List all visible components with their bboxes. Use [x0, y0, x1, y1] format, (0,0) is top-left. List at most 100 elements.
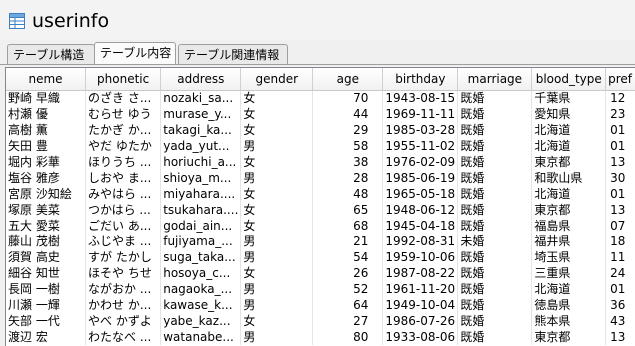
- cell-age[interactable]: 48: [312, 186, 384, 203]
- cell-marriage[interactable]: 既婚: [457, 249, 533, 266]
- cell-address[interactable]: horiuchi_a...: [160, 154, 242, 171]
- cell-age[interactable]: 68: [312, 218, 384, 235]
- cell-address[interactable]: fujiyama_...: [160, 234, 242, 250]
- cell-birthday[interactable]: 1985-06-19: [382, 170, 459, 187]
- cell-birthday[interactable]: 1961-11-20: [382, 281, 459, 298]
- cell-address[interactable]: kawase_k...: [160, 297, 242, 314]
- table-row[interactable]: 塚原 美菜 つかはら ... tsukahara.... 女 65 1948-06-12 既…: [6, 202, 635, 219]
- cell-neme[interactable]: 塚原 美菜: [6, 202, 87, 219]
- cell-blood-type[interactable]: 北海道: [531, 186, 607, 203]
- table-row[interactable]: 長岡 一樹 ながおか ... nagaoka_... 男 52 1961-11-20 既婚北…: [6, 281, 635, 298]
- cell-marriage[interactable]: 既婚: [457, 329, 533, 346]
- cell-neme[interactable]: 須賀 高史: [6, 249, 87, 266]
- cell-marriage[interactable]: 既婚: [457, 90, 533, 107]
- cell-birthday[interactable]: 1985-03-28: [382, 122, 459, 139]
- cell-pref[interactable]: 11: [605, 249, 635, 266]
- cell-pref[interactable]: 24: [605, 265, 635, 282]
- cell-blood-type[interactable]: 熊本県: [531, 313, 607, 330]
- table-row[interactable]: 矢部 一代 やべ かずよ yabe_kaz... 女 27 1986-07-26 既婚 熊本県…: [6, 313, 635, 330]
- cell-neme[interactable]: 野崎 早織: [6, 90, 87, 107]
- cell-blood-type[interactable]: 愛知県: [531, 106, 607, 123]
- column-header-blood-type[interactable]: blood_type: [531, 68, 607, 91]
- cell-phonetic[interactable]: すが たかし: [85, 249, 162, 266]
- cell-marriage[interactable]: 既婚: [457, 106, 533, 123]
- cell-blood-type[interactable]: 和歌山県: [531, 170, 607, 187]
- cell-phonetic[interactable]: わたなべ ...: [85, 329, 162, 346]
- cell-age[interactable]: 54: [312, 249, 384, 266]
- cell-blood-type[interactable]: 徳島県: [531, 297, 607, 314]
- cell-neme[interactable]: 村瀬 優: [6, 106, 87, 123]
- cell-neme[interactable]: 細谷 知世: [6, 265, 87, 282]
- cell-gender[interactable]: 女: [240, 313, 314, 330]
- cell-age[interactable]: 65: [312, 202, 384, 219]
- cell-marriage[interactable]: 既婚: [457, 186, 533, 203]
- cell-neme[interactable]: 堀内 彩華: [6, 154, 87, 171]
- cell-neme[interactable]: 塩谷 雅彦: [6, 170, 87, 187]
- cell-pref[interactable]: 13: [605, 329, 635, 346]
- cell-age[interactable]: 52: [312, 281, 384, 298]
- cell-neme[interactable]: 矢部 一代: [6, 313, 87, 330]
- table-row[interactable]: 村瀬 優むらせ ゆう murase_y... 女 44 1969-11-11 既婚 愛知県 2…: [6, 106, 635, 123]
- table-row[interactable]: 須賀 高史 すが たかし suga_taka... 男 54 1959-10-06 既婚 埼玉…: [6, 249, 635, 266]
- cell-pref[interactable]: 07: [605, 218, 635, 235]
- cell-phonetic[interactable]: ほそや ちせ: [85, 265, 162, 282]
- cell-blood-type[interactable]: 北海道: [531, 138, 607, 155]
- column-header-birthday[interactable]: birthday: [382, 68, 459, 91]
- column-header-neme[interactable]: neme: [6, 68, 87, 91]
- cell-birthday[interactable]: 1955-11-02: [382, 138, 459, 155]
- cell-pref[interactable]: 36: [605, 297, 635, 314]
- cell-birthday[interactable]: 1986-07-26: [382, 313, 459, 330]
- table-row[interactable]: 渡辺 宏わたなべ ... watanabe... 男 80 1933-08-06 既婚 東京…: [6, 329, 635, 346]
- cell-phonetic[interactable]: かわせ か...: [85, 297, 162, 314]
- cell-gender[interactable]: 男: [240, 329, 314, 346]
- cell-neme[interactable]: 五大 愛菜: [6, 218, 87, 235]
- cell-address[interactable]: nagaoka_...: [160, 281, 242, 298]
- tab-table-relations[interactable]: テーブル関連情報: [178, 44, 288, 64]
- cell-neme[interactable]: 高樹 薫: [6, 122, 87, 139]
- cell-address[interactable]: yabe_kaz...: [160, 313, 242, 330]
- cell-gender[interactable]: 女: [240, 122, 314, 139]
- cell-address[interactable]: watanabe...: [160, 329, 242, 346]
- cell-neme[interactable]: 川瀬 一輝: [6, 297, 87, 314]
- column-header-phonetic[interactable]: phonetic: [85, 68, 162, 91]
- cell-pref[interactable]: 43: [605, 313, 635, 330]
- cell-birthday[interactable]: 1987-08-22: [382, 265, 459, 282]
- cell-gender[interactable]: 女: [240, 186, 314, 203]
- cell-marriage[interactable]: 既婚: [457, 202, 533, 219]
- cell-address[interactable]: nozaki_sa...: [160, 90, 242, 107]
- cell-gender[interactable]: 女: [240, 265, 314, 282]
- cell-address[interactable]: godai_ain...: [160, 218, 242, 235]
- cell-address[interactable]: murase_y...: [160, 106, 242, 123]
- cell-pref[interactable]: 30: [605, 170, 635, 187]
- table-row[interactable]: 野崎 早織 のざき さ... nozaki_sa... 女 70 1943-08-15 既婚…: [6, 90, 635, 107]
- cell-phonetic[interactable]: つかはら ...: [85, 202, 162, 219]
- table-row[interactable]: 塩谷 雅彦 しおや ま... shioya_m... 男 28 1985-06-19 既婚和…: [6, 170, 635, 187]
- cell-neme[interactable]: 藤山 茂樹: [6, 234, 87, 250]
- cell-pref[interactable]: 01: [605, 281, 635, 298]
- cell-age[interactable]: 58: [312, 138, 384, 155]
- cell-marriage[interactable]: 既婚: [457, 154, 533, 171]
- cell-neme[interactable]: 長岡 一樹: [6, 281, 87, 298]
- data-grid[interactable]: neme phonetic address gender age birthda…: [5, 67, 635, 346]
- cell-pref[interactable]: 12: [605, 90, 635, 107]
- table-row[interactable]: 堀内 彩華 ほりうち ... horiuchi_a... 女 38 1976-02-09 既…: [6, 154, 635, 171]
- cell-phonetic[interactable]: みやはら ...: [85, 186, 162, 203]
- cell-marriage[interactable]: 既婚: [457, 218, 533, 235]
- cell-blood-type[interactable]: 福井県: [531, 234, 607, 250]
- cell-marriage[interactable]: 既婚: [457, 122, 533, 139]
- table-row[interactable]: 矢田 豊やだ ゆたか yada_yut... 男 58 1955-11-02 既婚 北海道 0…: [6, 138, 635, 155]
- cell-birthday[interactable]: 1992-08-31: [382, 234, 459, 250]
- cell-blood-type[interactable]: 千葉県: [531, 90, 607, 107]
- cell-pref[interactable]: 13: [605, 154, 635, 171]
- cell-birthday[interactable]: 1943-08-15: [382, 90, 459, 107]
- cell-age[interactable]: 80: [312, 329, 384, 346]
- cell-gender[interactable]: 女: [240, 90, 314, 107]
- cell-neme[interactable]: 矢田 豊: [6, 138, 87, 155]
- cell-phonetic[interactable]: たかぎ か...: [85, 122, 162, 139]
- cell-gender[interactable]: 女: [240, 218, 314, 235]
- cell-blood-type[interactable]: 東京都: [531, 154, 607, 171]
- cell-age[interactable]: 27: [312, 313, 384, 330]
- cell-birthday[interactable]: 1965-05-18: [382, 186, 459, 203]
- table-row[interactable]: 細谷 知世 ほそや ちせ hosoya_c... 女 26 1987-08-22 既婚 三重県…: [6, 265, 635, 282]
- cell-blood-type[interactable]: 三重県: [531, 265, 607, 282]
